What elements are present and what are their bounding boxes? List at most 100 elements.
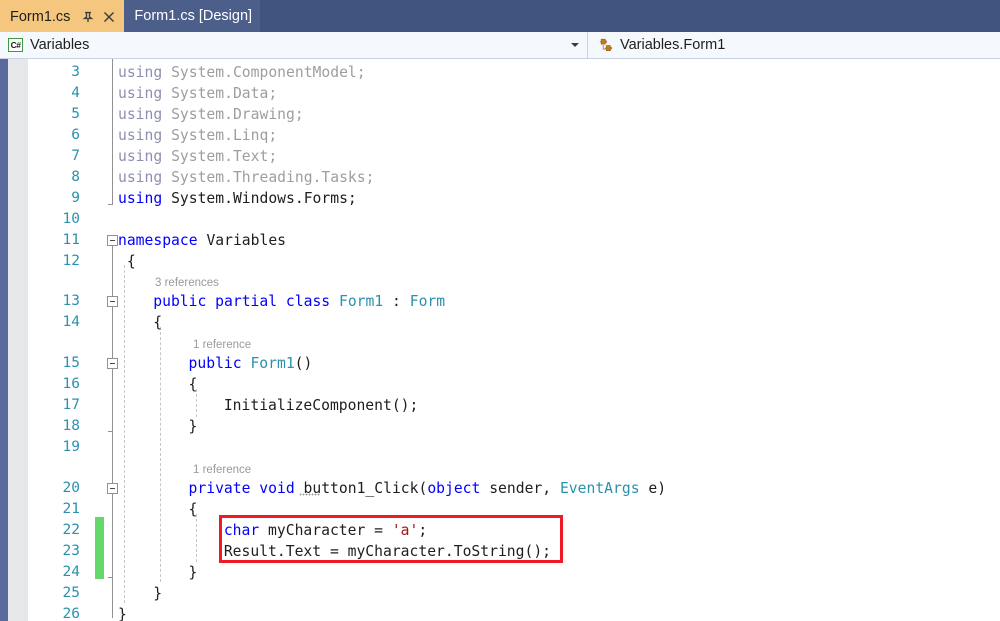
code-line-text[interactable]: }: [189, 416, 198, 437]
code-token: partial: [215, 293, 286, 310]
code-token: using: [118, 169, 172, 186]
tab-icon-group: [81, 10, 116, 24]
code-token: System.Drawing;: [171, 106, 304, 123]
code-line[interactable]: 12 {: [0, 251, 1000, 272]
line-number: 20: [62, 480, 80, 496]
code-line-text[interactable]: }: [189, 562, 198, 583]
code-line[interactable]: 14 {: [0, 312, 1000, 333]
csharp-file-icon: C#: [8, 38, 23, 52]
code-token: using: [118, 148, 172, 165]
code-line[interactable]: 24}: [0, 562, 1000, 583]
code-token: InitializeComponent();: [223, 397, 419, 414]
code-token: e): [648, 480, 667, 497]
code-token: public: [153, 293, 216, 310]
code-line-text[interactable]: {: [189, 374, 198, 395]
navigation-bar: C# Variables Variables.Form1: [0, 32, 1000, 59]
code-line-text[interactable]: {: [189, 499, 198, 520]
code-line[interactable]: 21 {: [0, 499, 1000, 520]
member-dropdown[interactable]: Variables.Form1: [588, 32, 1000, 58]
project-type-dropdown[interactable]: C# Variables: [0, 32, 588, 58]
code-token: Form1: [250, 355, 295, 372]
line-number: 3: [71, 64, 80, 80]
line-number: 21: [62, 501, 80, 517]
code-token: EventArgs: [559, 480, 649, 497]
pin-icon[interactable]: [81, 10, 95, 24]
code-line[interactable]: 19: [0, 437, 1000, 458]
code-line[interactable]: 25}: [0, 583, 1000, 604]
line-number: 14: [62, 314, 80, 330]
code-token: System.Data;: [171, 85, 278, 102]
tab-form1-cs-design[interactable]: Form1.cs [Design]: [124, 0, 261, 32]
code-line[interactable]: 13 public partial class Form1 : Form: [0, 291, 1000, 312]
chevron-down-icon[interactable]: [571, 43, 579, 47]
codelens-reference-count[interactable]: 1 reference: [193, 461, 251, 479]
line-number: 4: [71, 85, 80, 101]
code-line[interactable]: 11 namespace Variables: [0, 230, 1000, 251]
code-token: {: [188, 501, 198, 518]
code-line[interactable]: 9 using System.Windows.Forms;: [0, 188, 1000, 209]
code-line-text[interactable]: char myCharacter = 'a';: [224, 520, 427, 541]
line-number: 6: [71, 127, 80, 143]
code-line-text[interactable]: private void button1_Click(object sender…: [189, 478, 667, 499]
tab-strip-empty-area: [260, 0, 1000, 32]
code-line-text[interactable]: using System.Windows.Forms;: [118, 188, 357, 209]
code-line[interactable]: 3 using System.ComponentModel;: [0, 62, 1000, 83]
code-line[interactable]: 8 using System.Threading.Tasks;: [0, 167, 1000, 188]
code-line[interactable]: 15 public Form1(): [0, 353, 1000, 374]
code-line-text[interactable]: namespace Variables: [118, 230, 286, 251]
line-number: 15: [62, 355, 80, 371]
code-line[interactable]: 18}: [0, 416, 1000, 437]
line-number: 11: [62, 232, 80, 248]
code-line[interactable]: 6 using System.Linq;: [0, 125, 1000, 146]
code-token: button1_Click(: [303, 480, 428, 497]
code-token: }: [153, 585, 163, 602]
code-line[interactable]: 5 using System.Drawing;: [0, 104, 1000, 125]
code-line-text[interactable]: InitializeComponent();: [224, 395, 419, 416]
code-line-text[interactable]: }: [153, 583, 162, 604]
code-line[interactable]: 20 private void button1_Click(object send…: [0, 478, 1000, 499]
code-line-text[interactable]: Result.Text = myCharacter.ToString();: [224, 541, 551, 562]
code-line[interactable]: 22 char myCharacter = 'a';: [0, 520, 1000, 541]
code-line[interactable]: 7 using System.Text;: [0, 146, 1000, 167]
code-token: System.Linq;: [171, 127, 278, 144]
line-number: 24: [62, 564, 80, 580]
code-token: myCharacter =: [268, 522, 392, 539]
codelens-reference-count[interactable]: 1 reference: [193, 336, 251, 354]
code-line-text[interactable]: public partial class Form1 : Form: [153, 291, 445, 312]
code-line-text[interactable]: using System.Drawing;: [118, 104, 304, 125]
project-name-label: Variables: [30, 37, 90, 53]
code-token: }: [118, 606, 127, 621]
code-editor[interactable]: 3 using System.ComponentModel; 4 using Syst…: [0, 59, 1000, 621]
code-line-text[interactable]: using System.Threading.Tasks;: [118, 167, 374, 188]
code-line-text[interactable]: using System.ComponentModel;: [118, 62, 366, 83]
code-token: System.Windows.Forms;: [171, 190, 357, 207]
codelens-reference-count[interactable]: 3 references: [155, 274, 219, 292]
code-token: using: [118, 127, 172, 144]
code-line[interactable]: 4 using System.Data;: [0, 83, 1000, 104]
code-line[interactable]: 16 {: [0, 374, 1000, 395]
code-line[interactable]: 23 Result.Text = myCharacter.ToString();: [0, 541, 1000, 562]
code-line-text[interactable]: using System.Linq;: [118, 125, 277, 146]
code-line[interactable]: 26}: [0, 604, 1000, 621]
code-line[interactable]: 17 InitializeComponent();: [0, 395, 1000, 416]
line-number: 17: [62, 397, 80, 413]
code-line-text[interactable]: {: [127, 251, 136, 272]
line-number: 19: [62, 439, 80, 455]
code-line-text[interactable]: {: [153, 312, 162, 333]
code-token: System.ComponentModel;: [171, 64, 366, 81]
code-line[interactable]: 10: [0, 209, 1000, 230]
code-token: {: [153, 314, 163, 331]
tab-form1-cs[interactable]: Form1.cs: [0, 0, 125, 32]
close-icon[interactable]: [102, 10, 116, 24]
code-line-text[interactable]: }: [118, 604, 127, 621]
line-number: 26: [62, 606, 80, 621]
code-line-text[interactable]: using System.Data;: [118, 83, 277, 104]
code-text-surface[interactable]: 3 using System.ComponentModel; 4 using Syst…: [0, 59, 1000, 621]
code-token: System.Text;: [171, 148, 278, 165]
line-number: 9: [71, 190, 80, 206]
code-line-text[interactable]: public Form1(): [189, 353, 313, 374]
code-token: sender,: [489, 480, 560, 497]
code-line-text[interactable]: using System.Text;: [118, 146, 277, 167]
code-token: (): [294, 355, 313, 372]
line-number: 23: [62, 543, 80, 559]
